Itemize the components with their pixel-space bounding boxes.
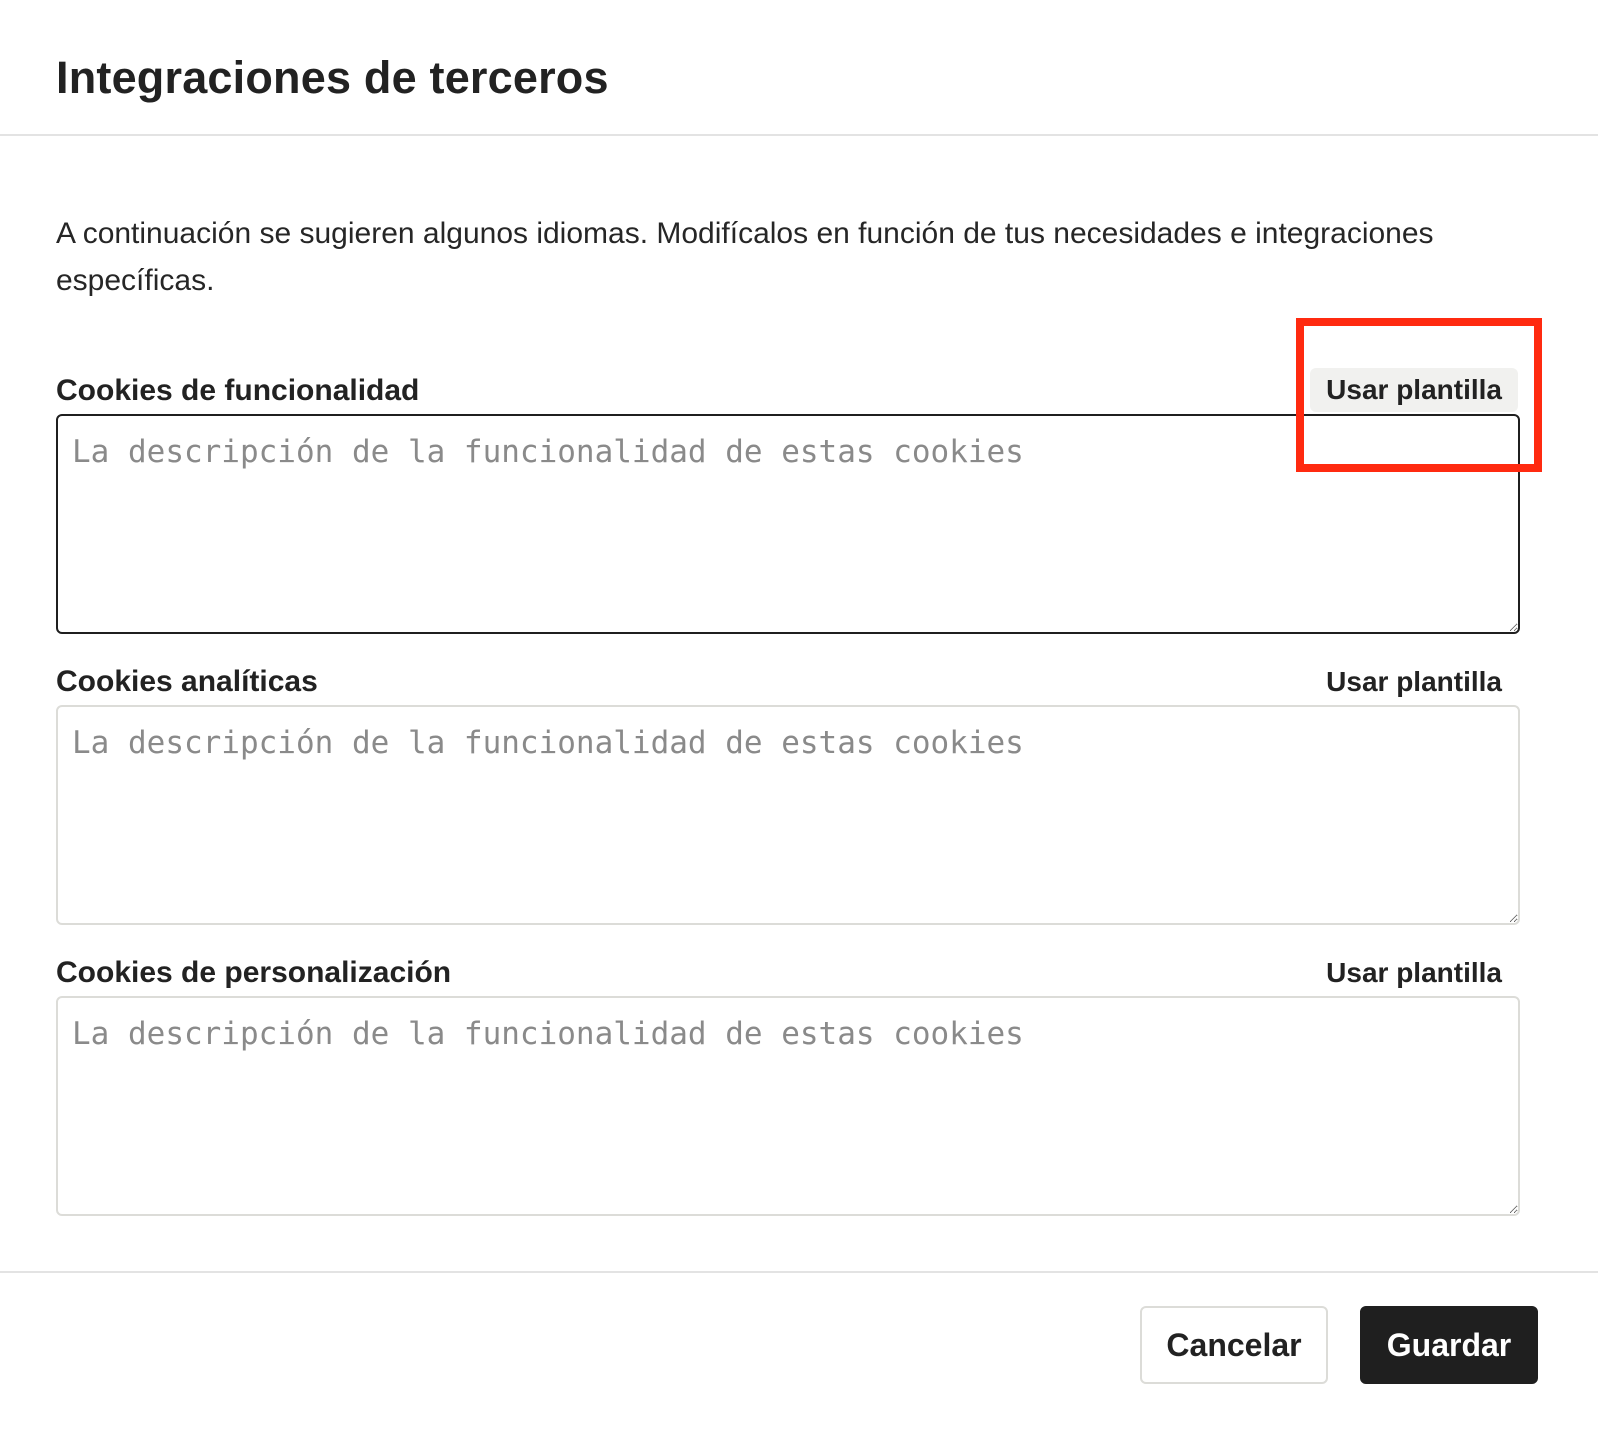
dialog-header: Integraciones de terceros [0, 0, 1598, 136]
analytics-description-textarea[interactable] [56, 705, 1520, 925]
field-label-analytics: Cookies analíticas [56, 665, 318, 698]
use-template-button-functionality[interactable]: Usar plantilla [1310, 368, 1518, 412]
field-label-functionality: Cookies de funcionalidad [56, 374, 420, 407]
use-template-button-personalization[interactable]: Usar plantilla [1310, 951, 1518, 995]
personalization-description-textarea[interactable] [56, 996, 1520, 1216]
field-label-personalization: Cookies de personalización [56, 956, 452, 989]
dialog-title: Integraciones de terceros [56, 52, 609, 103]
functionality-description-textarea[interactable] [56, 414, 1520, 634]
dialog-footer [0, 1271, 1598, 1456]
intro-text: A continuación se sugieren algunos idiom… [56, 217, 1434, 297]
save-button[interactable]: Guardar [1360, 1306, 1538, 1384]
use-template-button-analytics[interactable]: Usar plantilla [1310, 660, 1518, 704]
cancel-button[interactable]: Cancelar [1140, 1306, 1328, 1384]
